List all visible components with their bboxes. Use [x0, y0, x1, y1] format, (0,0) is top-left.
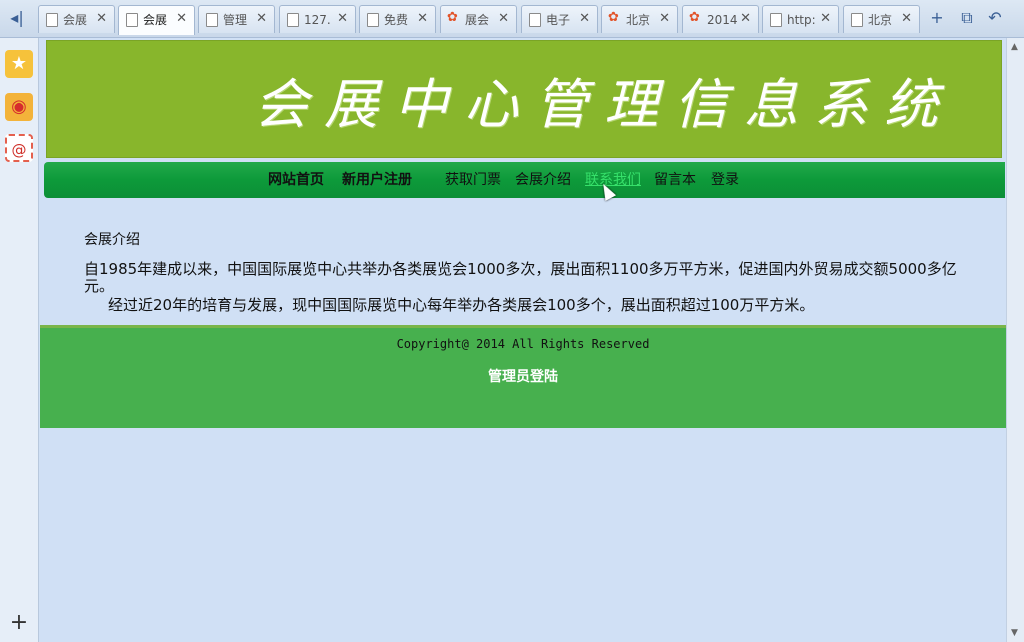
tab-title: 2014	[707, 13, 737, 27]
nav-login[interactable]: 登录	[711, 171, 739, 189]
browser-tab[interactable]: 电子 ✕	[521, 5, 598, 33]
intro-paragraph: 自1985年建成以来，中国国际展览中心共举办各类展览会1000多次，展出面积11…	[84, 260, 957, 295]
copyright-text: Copyright@ 2014 All Rights Reserved	[396, 337, 650, 351]
close-tab-icon[interactable]: ✕	[417, 11, 428, 27]
tab-title: 电子	[546, 13, 571, 27]
restore-tabs-icon[interactable]: ⧉	[956, 8, 978, 28]
page-icon	[529, 13, 541, 27]
logo-icon: ✿	[608, 10, 619, 25]
new-tab-icon[interactable]: +	[926, 8, 948, 28]
browser-tab[interactable]: 免费 ✕	[359, 5, 436, 33]
nav-register[interactable]: 新用户注册	[342, 171, 412, 189]
logo-icon: ✿	[689, 10, 700, 25]
tab-title: 127.	[304, 13, 331, 27]
close-tab-icon[interactable]: ✕	[901, 11, 912, 27]
page-icon	[126, 13, 138, 27]
vertical-scrollbar[interactable]: ▲ ▼	[1006, 38, 1024, 642]
close-tab-icon[interactable]: ✕	[740, 11, 751, 27]
section-title: 会展介绍	[84, 232, 140, 248]
page-content: 会展中心管理信息系统 网站首页 新用户注册 获取门票 会展介绍 联系我们 留言本…	[40, 38, 1006, 642]
page-icon	[206, 13, 218, 27]
add-icon[interactable]: +	[8, 612, 30, 634]
logo-icon: ✿	[447, 10, 458, 25]
close-tab-icon[interactable]: ✕	[337, 11, 348, 27]
nav-get-tickets[interactable]: 获取门票	[445, 171, 501, 189]
browser-tab[interactable]: 127. ✕	[279, 5, 356, 33]
close-tab-icon[interactable]: ✕	[96, 11, 107, 27]
nav-home[interactable]: 网站首页	[268, 171, 324, 189]
page-icon	[367, 13, 379, 27]
close-tab-icon[interactable]: ✕	[579, 11, 590, 27]
favorites-icon[interactable]: ★	[5, 50, 33, 78]
intro-paragraph: 经过近20年的培育与发展，现中国国际展览中心每年举办各类展会100多个，展出面积…	[108, 296, 815, 314]
nav-guestbook[interactable]: 留言本	[654, 171, 696, 189]
browser-sidebar: ★ ◉ @ +	[0, 38, 39, 642]
page-icon	[770, 13, 782, 27]
close-tab-icon[interactable]: ✕	[820, 11, 831, 27]
page-icon	[851, 13, 863, 27]
close-tab-icon[interactable]: ✕	[176, 11, 187, 27]
browser-tab[interactable]: ✿ 2014 ✕	[682, 5, 759, 33]
admin-login-link[interactable]: 管理员登陆	[40, 366, 1006, 386]
scroll-up-icon[interactable]: ▲	[1011, 42, 1018, 52]
scroll-down-icon[interactable]: ▼	[1011, 628, 1018, 638]
browser-tab-strip: ◂| 会展 ✕ 会展 ✕ 管理 ✕ 127. ✕ 免费 ✕ ✿ 展会 ✕ 电子 …	[0, 0, 1024, 38]
close-tab-icon[interactable]: ✕	[256, 11, 267, 27]
nav-exhibition-intro[interactable]: 会展介绍	[515, 171, 571, 189]
tab-title: 管理	[223, 13, 248, 27]
tab-title: 展会	[465, 13, 490, 27]
tab-title: 会展	[143, 13, 168, 27]
close-tab-icon[interactable]: ✕	[498, 11, 509, 27]
tab-title: 会展	[63, 13, 88, 27]
weibo-icon[interactable]: ◉	[5, 93, 33, 121]
sidebar-toggle-icon[interactable]: ◂|	[6, 8, 28, 28]
tab-title: 北京	[868, 13, 893, 27]
browser-tab[interactable]: ✿ 北京 ✕	[601, 5, 678, 33]
browser-tab[interactable]: 管理 ✕	[198, 5, 275, 33]
tab-title: 北京	[626, 13, 651, 27]
site-banner: 会展中心管理信息系统	[46, 40, 1002, 158]
banner-title: 会展中心管理信息系统	[254, 72, 954, 136]
browser-tab[interactable]: 北京 ✕	[843, 5, 920, 33]
page-icon	[287, 13, 299, 27]
tab-title: http:	[787, 13, 816, 27]
page-footer: Copyright@ 2014 All Rights Reserved 管理员登…	[40, 325, 1006, 428]
browser-tab[interactable]: ✿ 展会 ✕	[440, 5, 517, 33]
main-nav: 网站首页 新用户注册 获取门票 会展介绍 联系我们 留言本 登录	[44, 162, 1005, 198]
tab-title: 免费	[384, 13, 409, 27]
page-icon	[46, 13, 58, 27]
browser-tab[interactable]: 会展 ✕	[38, 5, 115, 33]
nav-contact-us[interactable]: 联系我们	[585, 171, 641, 189]
browser-tab-active[interactable]: 会展 ✕	[118, 5, 195, 35]
browser-tab[interactable]: http: ✕	[762, 5, 839, 33]
mail-icon[interactable]: @	[5, 134, 33, 162]
undo-close-icon[interactable]: ↶	[984, 8, 1006, 28]
close-tab-icon[interactable]: ✕	[659, 11, 670, 27]
